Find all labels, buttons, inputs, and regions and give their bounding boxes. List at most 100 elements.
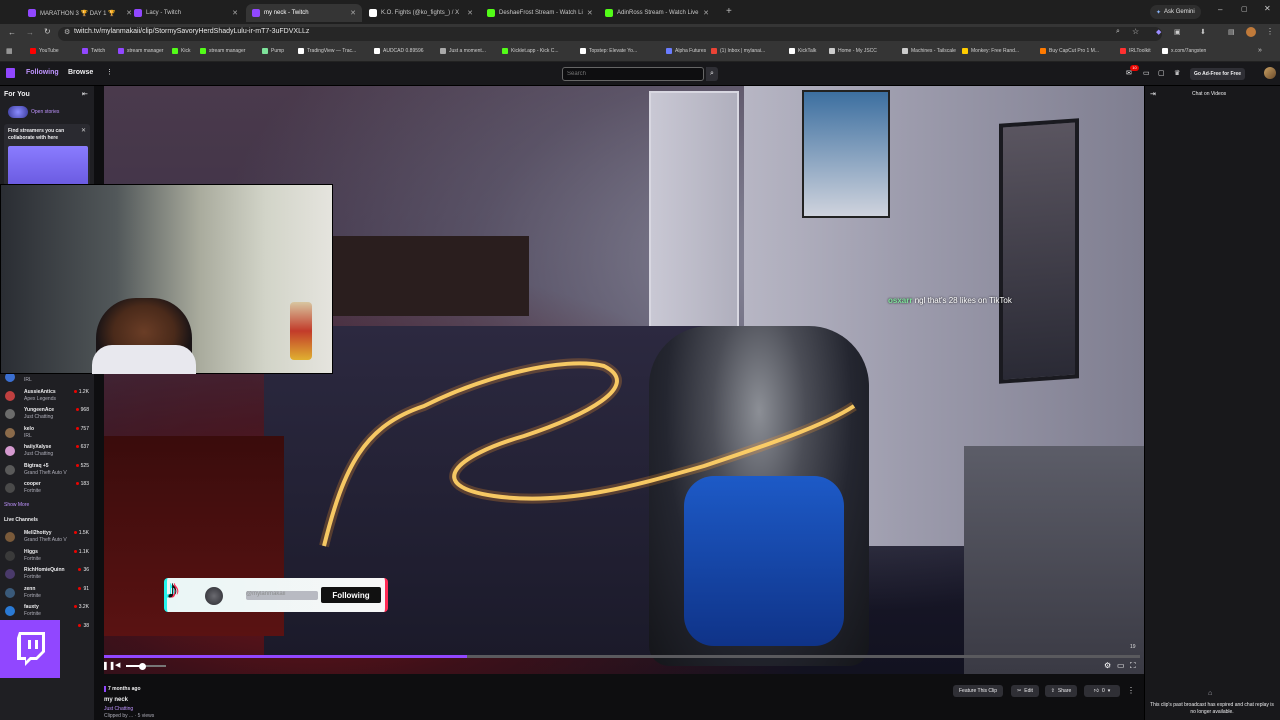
banner-following-button: Following [321,587,381,603]
nav-browse[interactable]: Browse [68,69,93,76]
settings-gear-icon[interactable]: ⚙ [1104,661,1111,670]
new-tab-button[interactable]: + [726,6,732,17]
sidebar-channel[interactable]: kelo IRL 757 [4,426,92,444]
browser-tab[interactable]: my neck - Twitch ✕ [246,4,362,22]
browser-tab[interactable]: K.O. Fights (@ko_fights_) / X ✕ [363,4,479,22]
bookmark-item[interactable]: Machines - Tailscale [902,48,956,54]
bookmark-favicon-icon [1120,48,1126,54]
bookmark-item[interactable]: stream manager [118,48,163,54]
sidebar-channel[interactable]: YungeenAce Just Chatting 968 [4,407,92,425]
bookmark-item[interactable]: Just a moment... [440,48,486,54]
bookmark-item[interactable]: Topstep: Elevate Yo... [580,48,637,54]
apps-grid-icon[interactable]: ▦ [6,47,13,55]
like-button[interactable]: 👍︎ 0 ▾ [1084,685,1120,697]
user-avatar[interactable] [1264,67,1276,79]
profile-avatar[interactable] [1246,27,1256,37]
back-icon[interactable]: ← [8,28,16,37]
bookmark-item[interactable]: Buy CapCut Pro 1 M... [1040,48,1099,54]
live-channels-heading: Live Channels [4,517,38,523]
close-card-icon[interactable]: ✕ [81,127,86,134]
fullscreen-icon[interactable]: ⛶ [1130,661,1136,671]
bookmark-item[interactable]: IRLToolkit [1120,48,1151,54]
clip-clipped-by: Clipped by ... · 5 views [104,713,155,719]
feature-clip-button[interactable]: Feature This Clip [953,685,1003,697]
collab-card[interactable]: Find streamers you can collaborate with … [4,124,90,186]
bookmark-item[interactable]: Pump [262,48,284,54]
bookmark-item[interactable]: TradingView — Trac... [298,48,356,54]
downloads-icon[interactable]: ⬇ [1200,28,1206,36]
sidebar-channel[interactable]: Higgs Fortnite 1.1K [4,549,92,567]
bookmark-item[interactable]: KickTalk [789,48,816,54]
chat-panel [1144,86,1280,720]
more-options-icon[interactable]: ⋮ [1127,686,1135,695]
theatre-mode-icon[interactable]: ▭ [1117,661,1125,670]
bookmark-favicon-icon [200,48,206,54]
volume-thumb[interactable] [139,663,146,670]
live-dot-icon [75,426,79,430]
pause-icon[interactable]: ❚❚ [102,661,115,670]
sidebar-channel[interactable]: haiiyXalyse Just Chatting 637 [4,444,92,462]
forward-icon[interactable]: → [26,28,34,37]
sidepanel-icon[interactable]: ▤ [1228,28,1235,36]
bookmark-item[interactable]: AUDCAD 0.89596 [374,48,424,54]
go-ad-free-button[interactable]: Go Ad-Free for Free [1190,68,1246,80]
search-input[interactable] [562,67,704,81]
extension-icon[interactable]: ◆ [1156,28,1161,36]
stories-avatars[interactable] [8,106,28,118]
nav-more-icon[interactable]: ⋮ [106,68,113,76]
channel-game: Fortnite [24,574,41,580]
volume-icon[interactable]: ◀ [115,661,120,669]
search-button[interactable]: ⌕ [706,67,718,81]
close-tab-icon[interactable]: ✕ [232,9,238,17]
channel-name: zenn [24,585,36,592]
whispers-icon[interactable]: ▢ [1158,69,1165,77]
extensions-puzzle-icon[interactable]: ▣ [1174,28,1181,36]
bookmark-star-icon[interactable]: ☆ [1132,27,1139,36]
sidebar-channel[interactable]: cooper Fortnite 183 [4,481,92,499]
sidebar-channel[interactable]: zenn Fortnite 91 [4,586,92,604]
bookmark-item[interactable]: Twitch [82,48,105,54]
bookmark-item[interactable]: (1) Inbox | mylanai... [711,48,765,54]
close-tab-icon[interactable]: ✕ [350,9,356,17]
expand-chat-icon[interactable]: ⇥ [1150,90,1156,98]
ask-gemini-button[interactable]: ✦ Ask Gemini [1150,5,1201,19]
zoom-icon[interactable]: ⌕ [1116,28,1120,36]
browser-tab[interactable]: Lacy - Twitch ✕ [128,4,244,22]
close-window-icon[interactable]: ✕ [1264,4,1271,13]
browser-tab[interactable]: DeshaeFrost Stream - Watch Li ✕ [481,4,597,22]
bookmark-item[interactable]: Home - My JSCC [829,48,877,54]
share-button[interactable]: ⇪ Share [1045,685,1077,697]
close-tab-icon[interactable]: ✕ [703,9,709,17]
bookmark-item[interactable]: Alpha Futures [666,48,706,54]
bookmark-item[interactable]: stream manager [200,48,245,54]
sidebar-channel[interactable]: RichHomieQuinn Fortnite 36 [4,567,92,585]
browser-tab[interactable]: AdinRoss Stream - Watch Live ✕ [599,4,715,22]
bookmark-item[interactable]: Kicklet.app - Kick C... [502,48,559,54]
bookmark-item[interactable]: YouTube [30,48,59,54]
browser-tab[interactable]: MARATHON 3 🏆 DAY 1 🏆 ✕ [22,4,138,22]
minimize-icon[interactable]: – [1218,5,1222,14]
nav-following[interactable]: Following [26,69,59,76]
close-tab-icon[interactable]: ✕ [467,9,473,17]
channel-viewers: 1.2K [73,389,89,395]
show-more-link[interactable]: Show More [4,502,29,508]
collapse-sidebar-icon[interactable]: ⇤ [82,90,88,98]
sidebar-channel[interactable]: AussieAntics Apex Legends 1.2K [4,389,92,407]
bookmark-item[interactable]: Kick [172,48,190,54]
close-tab-icon[interactable]: ✕ [587,9,593,17]
site-info-icon[interactable]: ⚙ [64,28,70,36]
sidebar-channel[interactable]: Bigtraq +5 Grand Theft Auto V 525 [4,463,92,481]
bookmark-item[interactable]: Monkey: Free Rand... [962,48,1019,54]
clip-category-link[interactable]: Just Chatting [104,706,133,712]
maximize-icon[interactable]: ▢ [1241,5,1248,13]
more-bookmarks-icon[interactable]: » [1258,47,1262,54]
twitch-logo-icon[interactable] [6,68,15,78]
menu-kebab-icon[interactable]: ⋮ [1266,27,1274,36]
inbox-icon[interactable]: ▭ [1143,69,1150,77]
sidebar-channel[interactable]: Mell2hottyy Grand Theft Auto V 1.5K [4,530,92,548]
open-stories-link[interactable]: Open stories [31,109,59,115]
reload-icon[interactable]: ↻ [44,27,51,36]
edit-button[interactable]: ✂ Edit [1011,685,1039,697]
bookmark-item[interactable]: x.com/7angsten [1162,48,1206,54]
crown-icon[interactable]: ♛ [1174,69,1180,77]
